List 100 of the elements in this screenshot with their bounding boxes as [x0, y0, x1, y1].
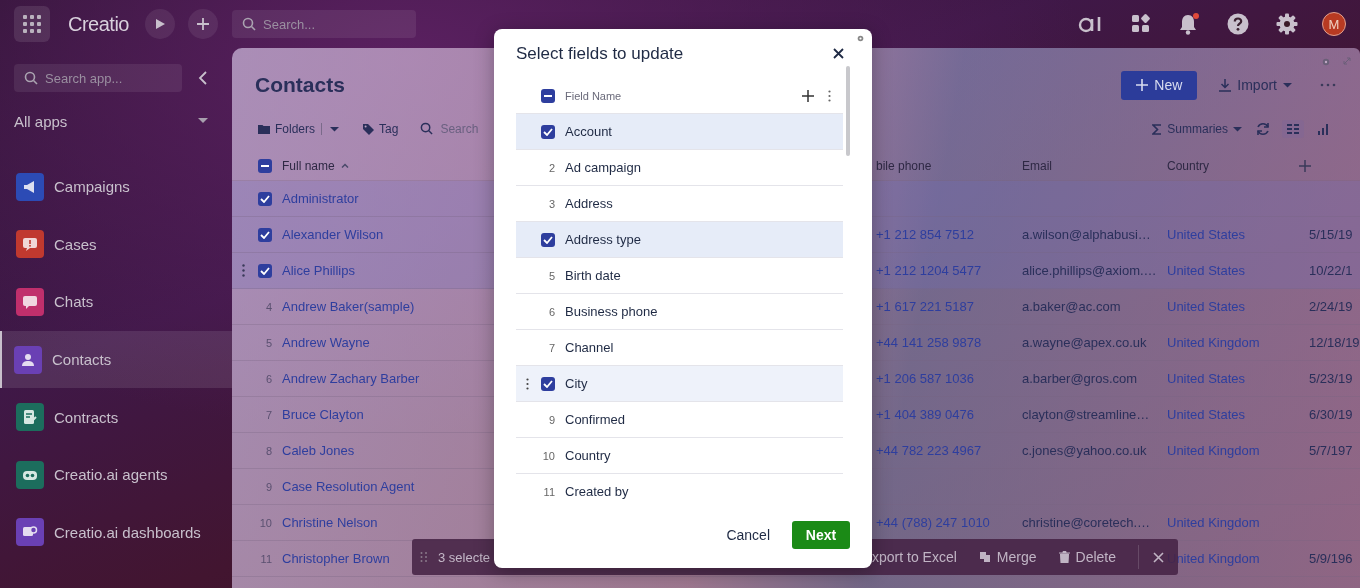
refresh-icon[interactable] — [1256, 122, 1270, 136]
drag-handle-icon[interactable] — [420, 551, 428, 563]
sidebar-item[interactable]: Contacts — [0, 330, 232, 389]
bulk-action-button[interactable]: Merge — [978, 549, 1037, 565]
plus-icon[interactable] — [802, 89, 814, 102]
collapse-chevron-icon[interactable] — [198, 70, 208, 86]
tag-button[interactable]: Tag — [363, 122, 399, 136]
contact-name-link[interactable]: Case Resolution Agent — [282, 479, 415, 494]
column-header[interactable]: Email — [1022, 159, 1052, 173]
section-dropdown-label[interactable]: All apps — [14, 112, 68, 130]
sidebar-item[interactable]: Chats — [0, 273, 232, 331]
email-cell: a.wilson@alphabusi… — [1022, 227, 1151, 242]
sidebar-item[interactable]: Contracts — [0, 388, 232, 446]
field-row[interactable]: 9 Confirmed — [516, 402, 843, 438]
phone-link[interactable]: +1 617 221 5187 — [876, 299, 974, 314]
country-link[interactable]: United States — [1167, 407, 1246, 422]
cancel-button[interactable]: Cancel — [726, 527, 770, 543]
download-icon — [1219, 78, 1232, 92]
bell-icon[interactable] — [1178, 12, 1200, 36]
next-button[interactable]: Next — [792, 521, 850, 549]
country-link[interactable]: United States — [1167, 227, 1246, 242]
phone-link[interactable]: +1 404 389 0476 — [876, 407, 974, 422]
chart-icon[interactable] — [1318, 123, 1328, 135]
contact-name-link[interactable]: Administrator — [282, 191, 359, 206]
field-row[interactable]: 6 Business phone — [516, 294, 843, 330]
phone-link[interactable]: +44 782 223 4967 — [876, 443, 982, 458]
widgets-icon[interactable] — [1131, 14, 1151, 34]
sidebar-item[interactable]: Cases — [0, 215, 232, 274]
row-selector[interactable]: 5 — [242, 335, 272, 350]
field-checkbox[interactable] — [541, 376, 555, 391]
folders-button[interactable]: Folders — [258, 122, 315, 136]
country-link[interactable]: United States — [1167, 371, 1246, 386]
country-link[interactable]: United States — [1167, 299, 1246, 314]
field-row[interactable]: 2 Ad campaign — [516, 150, 843, 186]
field-row[interactable]: City — [516, 366, 843, 402]
select-all-checkbox[interactable] — [541, 88, 555, 103]
column-header[interactable]: Country — [1167, 159, 1210, 173]
phone-link[interactable]: +44 141 258 9878 — [876, 335, 982, 350]
column-header[interactable]: bile phone — [876, 159, 932, 173]
contact-name-link[interactable]: Christopher Brown — [282, 551, 390, 566]
contact-name-link[interactable]: Bruce Clayton — [282, 407, 364, 422]
row-selector[interactable]: 9 — [242, 479, 272, 494]
row-selector[interactable]: 4 — [242, 299, 272, 314]
field-checkbox[interactable] — [541, 232, 555, 247]
phone-link[interactable]: +44 (788) 247 1010 — [876, 515, 990, 530]
user-avatar[interactable]: M — [1322, 12, 1346, 36]
import-button[interactable]: Import — [1219, 77, 1292, 93]
field-row[interactable]: Account — [516, 114, 843, 150]
contact-name-link[interactable]: Alice Phillips — [282, 263, 355, 278]
contact-name-link[interactable]: Alexander Wilson — [282, 227, 384, 242]
field-row[interactable]: Address type — [516, 222, 843, 258]
bulk-action-button[interactable]: Delete — [1058, 549, 1116, 565]
app-menu-button[interactable] — [14, 6, 50, 42]
caret-icon[interactable] — [330, 126, 339, 132]
country-link[interactable]: United Kingdom — [1167, 443, 1260, 458]
close-icon[interactable] — [833, 48, 844, 59]
contact-name-link[interactable]: Caleb Jones — [282, 443, 355, 458]
date-cell: 12/18/19 — [1309, 335, 1360, 350]
country-link[interactable]: United Kingdom — [1167, 335, 1260, 350]
trash-icon — [1058, 551, 1070, 563]
phone-link[interactable]: +1 212 1204 5477 — [876, 263, 982, 278]
more-icon[interactable] — [828, 89, 831, 102]
sidebar-item[interactable]: Creatio.ai agents — [0, 445, 232, 504]
scrollbar-thumb[interactable] — [846, 66, 850, 156]
caret-icon[interactable] — [198, 118, 208, 124]
help-icon[interactable] — [1227, 13, 1249, 35]
row-selector[interactable]: 8 — [242, 443, 272, 458]
sidebar-item[interactable]: Campaigns — [0, 158, 232, 216]
close-icon[interactable] — [1153, 551, 1164, 563]
field-checkbox[interactable] — [541, 124, 555, 139]
field-row[interactable]: 5 Birth date — [516, 258, 843, 294]
row-selector[interactable]: 10 — [242, 515, 272, 530]
country-link[interactable]: United States — [1167, 263, 1246, 278]
select-all-checkbox[interactable] — [258, 158, 272, 173]
row-menu-icon[interactable] — [526, 378, 529, 390]
column-header[interactable]: Full name — [282, 158, 335, 173]
add-button[interactable] — [188, 9, 218, 39]
list-view-button[interactable] — [1282, 120, 1304, 138]
play-icon — [154, 18, 166, 30]
phone-link[interactable]: +1 206 587 1036 — [876, 371, 974, 386]
merge-icon — [978, 551, 991, 563]
summaries-button[interactable]: Summaries — [1152, 122, 1242, 136]
bulk-action-button[interactable]: xport to Excel — [872, 549, 957, 565]
field-row[interactable]: 11 Created by — [516, 474, 843, 508]
field-row[interactable]: 10 Country — [516, 438, 843, 474]
sidebar-item[interactable]: Creatio.ai dashboards — [0, 503, 232, 562]
run-button[interactable] — [145, 9, 175, 39]
row-selector[interactable] — [242, 263, 272, 278]
contact-name-link[interactable]: Andrew Wayne — [282, 335, 370, 350]
contact-name-link[interactable]: Christine Nelson — [282, 515, 378, 530]
settings-icon[interactable] — [1276, 13, 1298, 35]
row-selector[interactable]: 7 — [242, 407, 272, 422]
phone-link[interactable]: +1 212 854 7512 — [876, 227, 974, 242]
contact-name-link[interactable]: Andrew Baker(sample) — [282, 299, 415, 314]
contact-name-link[interactable]: Andrew Zachary Barber — [282, 371, 420, 386]
list-view-icon — [1287, 124, 1299, 134]
row-selector[interactable]: 11 — [242, 551, 272, 566]
row-selector[interactable]: 6 — [242, 371, 272, 386]
country-link[interactable]: United Kingdom — [1167, 515, 1260, 530]
new-button[interactable]: New — [1121, 70, 1198, 100]
